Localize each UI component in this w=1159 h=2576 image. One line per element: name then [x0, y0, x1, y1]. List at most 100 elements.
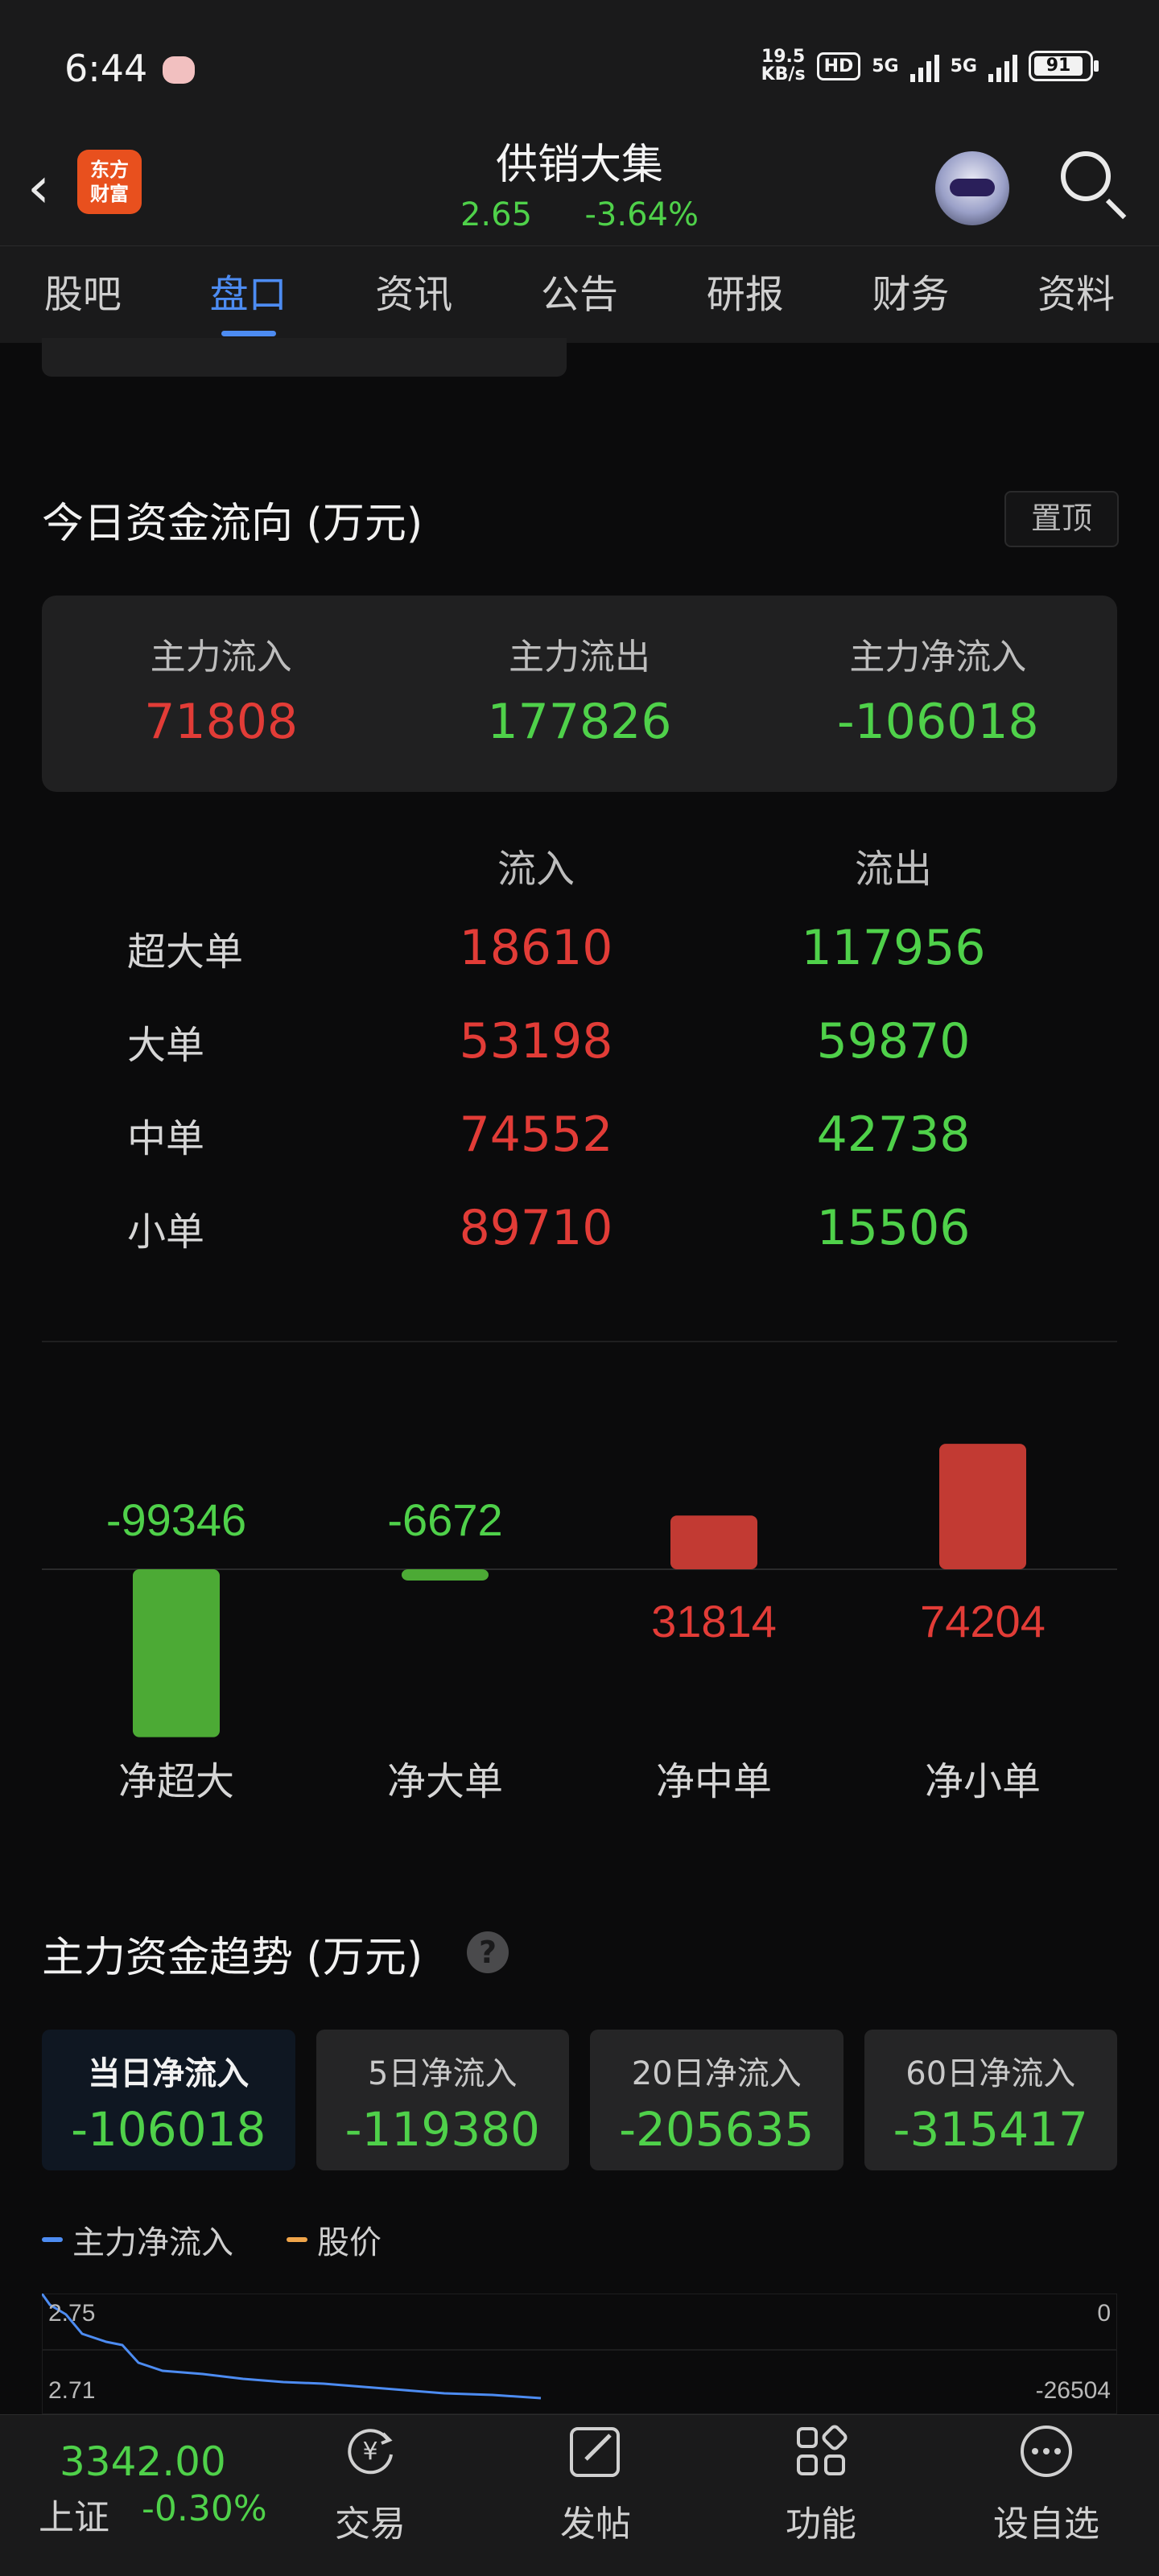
tab-pankou[interactable]: 盘口 — [166, 246, 332, 343]
tab-guba[interactable]: 股吧 — [0, 246, 166, 343]
row-outflow: 59870 — [816, 1013, 971, 1070]
period-value: -205635 — [619, 2102, 815, 2157]
row-label: 大单 — [127, 1023, 205, 1068]
trend-right-tick: -26504 — [1036, 2377, 1111, 2404]
tab-research[interactable]: 研报 — [662, 246, 828, 343]
period-card-5d[interactable]: 5日净流入 -119380 — [316, 2030, 569, 2170]
period-card-today[interactable]: 当日净流入 -106018 — [42, 2030, 295, 2170]
row-outflow: 117956 — [801, 920, 986, 976]
search-icon[interactable] — [1061, 151, 1111, 201]
table-row: 中单 74552 42738 — [42, 1088, 1117, 1181]
net-speed: 19.5 KB/s — [761, 48, 806, 84]
tab-profile[interactable]: 资料 — [993, 246, 1159, 343]
chart-bar — [133, 1569, 220, 1737]
row-label: 超大单 — [127, 929, 244, 975]
row-label: 小单 — [127, 1210, 205, 1255]
nav-label: 发帖 — [560, 2504, 631, 2545]
trend-main-net-line — [42, 2294, 542, 2400]
battery-level: 91 — [1034, 56, 1083, 76]
summary-main-outflow: 主力流出 177826 — [400, 596, 758, 792]
period-card-60d[interactable]: 60日净流入 -315417 — [864, 2030, 1117, 2170]
legend-label: 主力净流入 — [72, 2224, 233, 2261]
period-label: 20日净流入 — [631, 2055, 802, 2092]
legend-item-price: 股价 — [287, 2216, 382, 2263]
row-outflow: 42738 — [816, 1107, 971, 1163]
signal-icon — [909, 50, 939, 82]
trend-line-chart: 2.75 2.71 0 -26504 — [42, 2294, 1117, 2414]
pin-to-top-button[interactable]: 置顶 — [1004, 491, 1119, 547]
post-icon — [570, 2427, 620, 2477]
period-value: -106018 — [71, 2102, 266, 2157]
summary-label: 主力净流入 — [849, 637, 1027, 678]
legend-label: 股价 — [317, 2224, 382, 2261]
header-outflow: 流出 — [854, 847, 932, 892]
chart-bar — [939, 1444, 1026, 1569]
row-inflow: 74552 — [459, 1107, 613, 1163]
chart-value-label: -6672 — [387, 1494, 502, 1545]
index-change[interactable]: -0.30% — [142, 2488, 267, 2529]
trend-left-tick: 2.71 — [48, 2377, 95, 2404]
svg-text:¥: ¥ — [362, 2438, 377, 2466]
scrolled-card-edge — [42, 338, 567, 377]
chart-value-label: -99346 — [106, 1494, 246, 1545]
nav-trade[interactable]: ¥ 交易 — [290, 2422, 451, 2546]
period-value: -315417 — [893, 2102, 1088, 2157]
period-card-20d[interactable]: 20日净流入 -205635 — [590, 2030, 843, 2170]
period-label: 5日净流入 — [368, 2055, 518, 2092]
chart-category-label: 净大单 — [387, 1761, 503, 1803]
stock-change: -3.64% — [584, 196, 699, 233]
tab-news[interactable]: 资讯 — [331, 246, 497, 343]
nav-label: 功能 — [786, 2504, 856, 2545]
table-row: 大单 53198 59870 — [42, 995, 1117, 1088]
nav-post[interactable]: 发帖 — [515, 2422, 676, 2546]
header-inflow: 流入 — [497, 847, 575, 892]
signal-icon — [988, 50, 1017, 82]
summary-value: 177826 — [487, 694, 672, 750]
table-header: 流入 流出 — [42, 829, 1117, 901]
net-speed-unit: KB/s — [761, 64, 806, 84]
trend-right-tick: 0 — [1097, 2300, 1111, 2327]
sim1-label: 5G — [872, 56, 899, 76]
row-inflow: 18610 — [459, 920, 613, 976]
nav-functions[interactable]: 功能 — [740, 2422, 901, 2546]
apps-icon — [797, 2425, 848, 2475]
status-time: 6:44 — [64, 47, 148, 90]
chart-value-label: 31814 — [651, 1596, 777, 1647]
chart-bar — [402, 1569, 489, 1581]
help-icon[interactable]: ? — [467, 1931, 509, 1973]
net-flow-bar-chart: -99346 净超大 -6672 净大单 31814 净中单 74204 净小单 — [42, 1444, 1117, 1803]
assistant-robot-icon[interactable] — [935, 151, 1009, 225]
summary-main-net: 主力净流入 -106018 — [759, 596, 1117, 792]
summary-main-inflow: 主力流入 71808 — [42, 596, 400, 792]
section-divider — [42, 1341, 1117, 1342]
battery-icon: 91 — [1029, 51, 1099, 81]
nav-label: 交易 — [335, 2504, 406, 2545]
trend-plot-frame — [42, 2294, 1117, 2414]
stock-price: 2.65 — [460, 196, 533, 233]
hd-icon: HD — [816, 52, 861, 80]
nav-add-watchlist[interactable]: 设自选 — [966, 2422, 1127, 2546]
summary-value: -106018 — [836, 694, 1039, 750]
more-icon — [1021, 2426, 1072, 2477]
chart-category-label: 净小单 — [925, 1761, 1041, 1803]
trade-icon: ¥ — [348, 2429, 393, 2475]
chart-value-label: 74204 — [920, 1596, 1046, 1647]
order-size-flow-table: 流入 流出 超大单 18610 117956 大单 53198 59870 中单… — [42, 829, 1117, 1275]
index-value[interactable]: 3342.00 — [60, 2438, 226, 2485]
app-notification-icon — [163, 56, 195, 84]
trend-left-tick: 2.75 — [48, 2300, 95, 2327]
tab-finance[interactable]: 财务 — [828, 246, 994, 343]
table-row: 超大单 18610 117956 — [42, 901, 1117, 995]
fund-flow-title: 今日资金流向 (万元) — [42, 500, 423, 548]
summary-label: 主力流出 — [508, 637, 650, 678]
row-inflow: 53198 — [459, 1013, 613, 1070]
status-indicators: 19.5 KB/s HD 5G 5G 91 — [761, 48, 1099, 84]
chart-category-label: 净中单 — [656, 1761, 772, 1803]
summary-value: 71808 — [144, 694, 299, 750]
tab-announcements[interactable]: 公告 — [497, 246, 662, 343]
index-name[interactable]: 上证 — [39, 2488, 109, 2540]
nav-label: 设自选 — [993, 2504, 1099, 2545]
row-label: 中单 — [127, 1116, 205, 1161]
legend-item-main-net: 主力净流入 — [42, 2216, 233, 2263]
chart-category-label: 净超大 — [118, 1761, 234, 1803]
